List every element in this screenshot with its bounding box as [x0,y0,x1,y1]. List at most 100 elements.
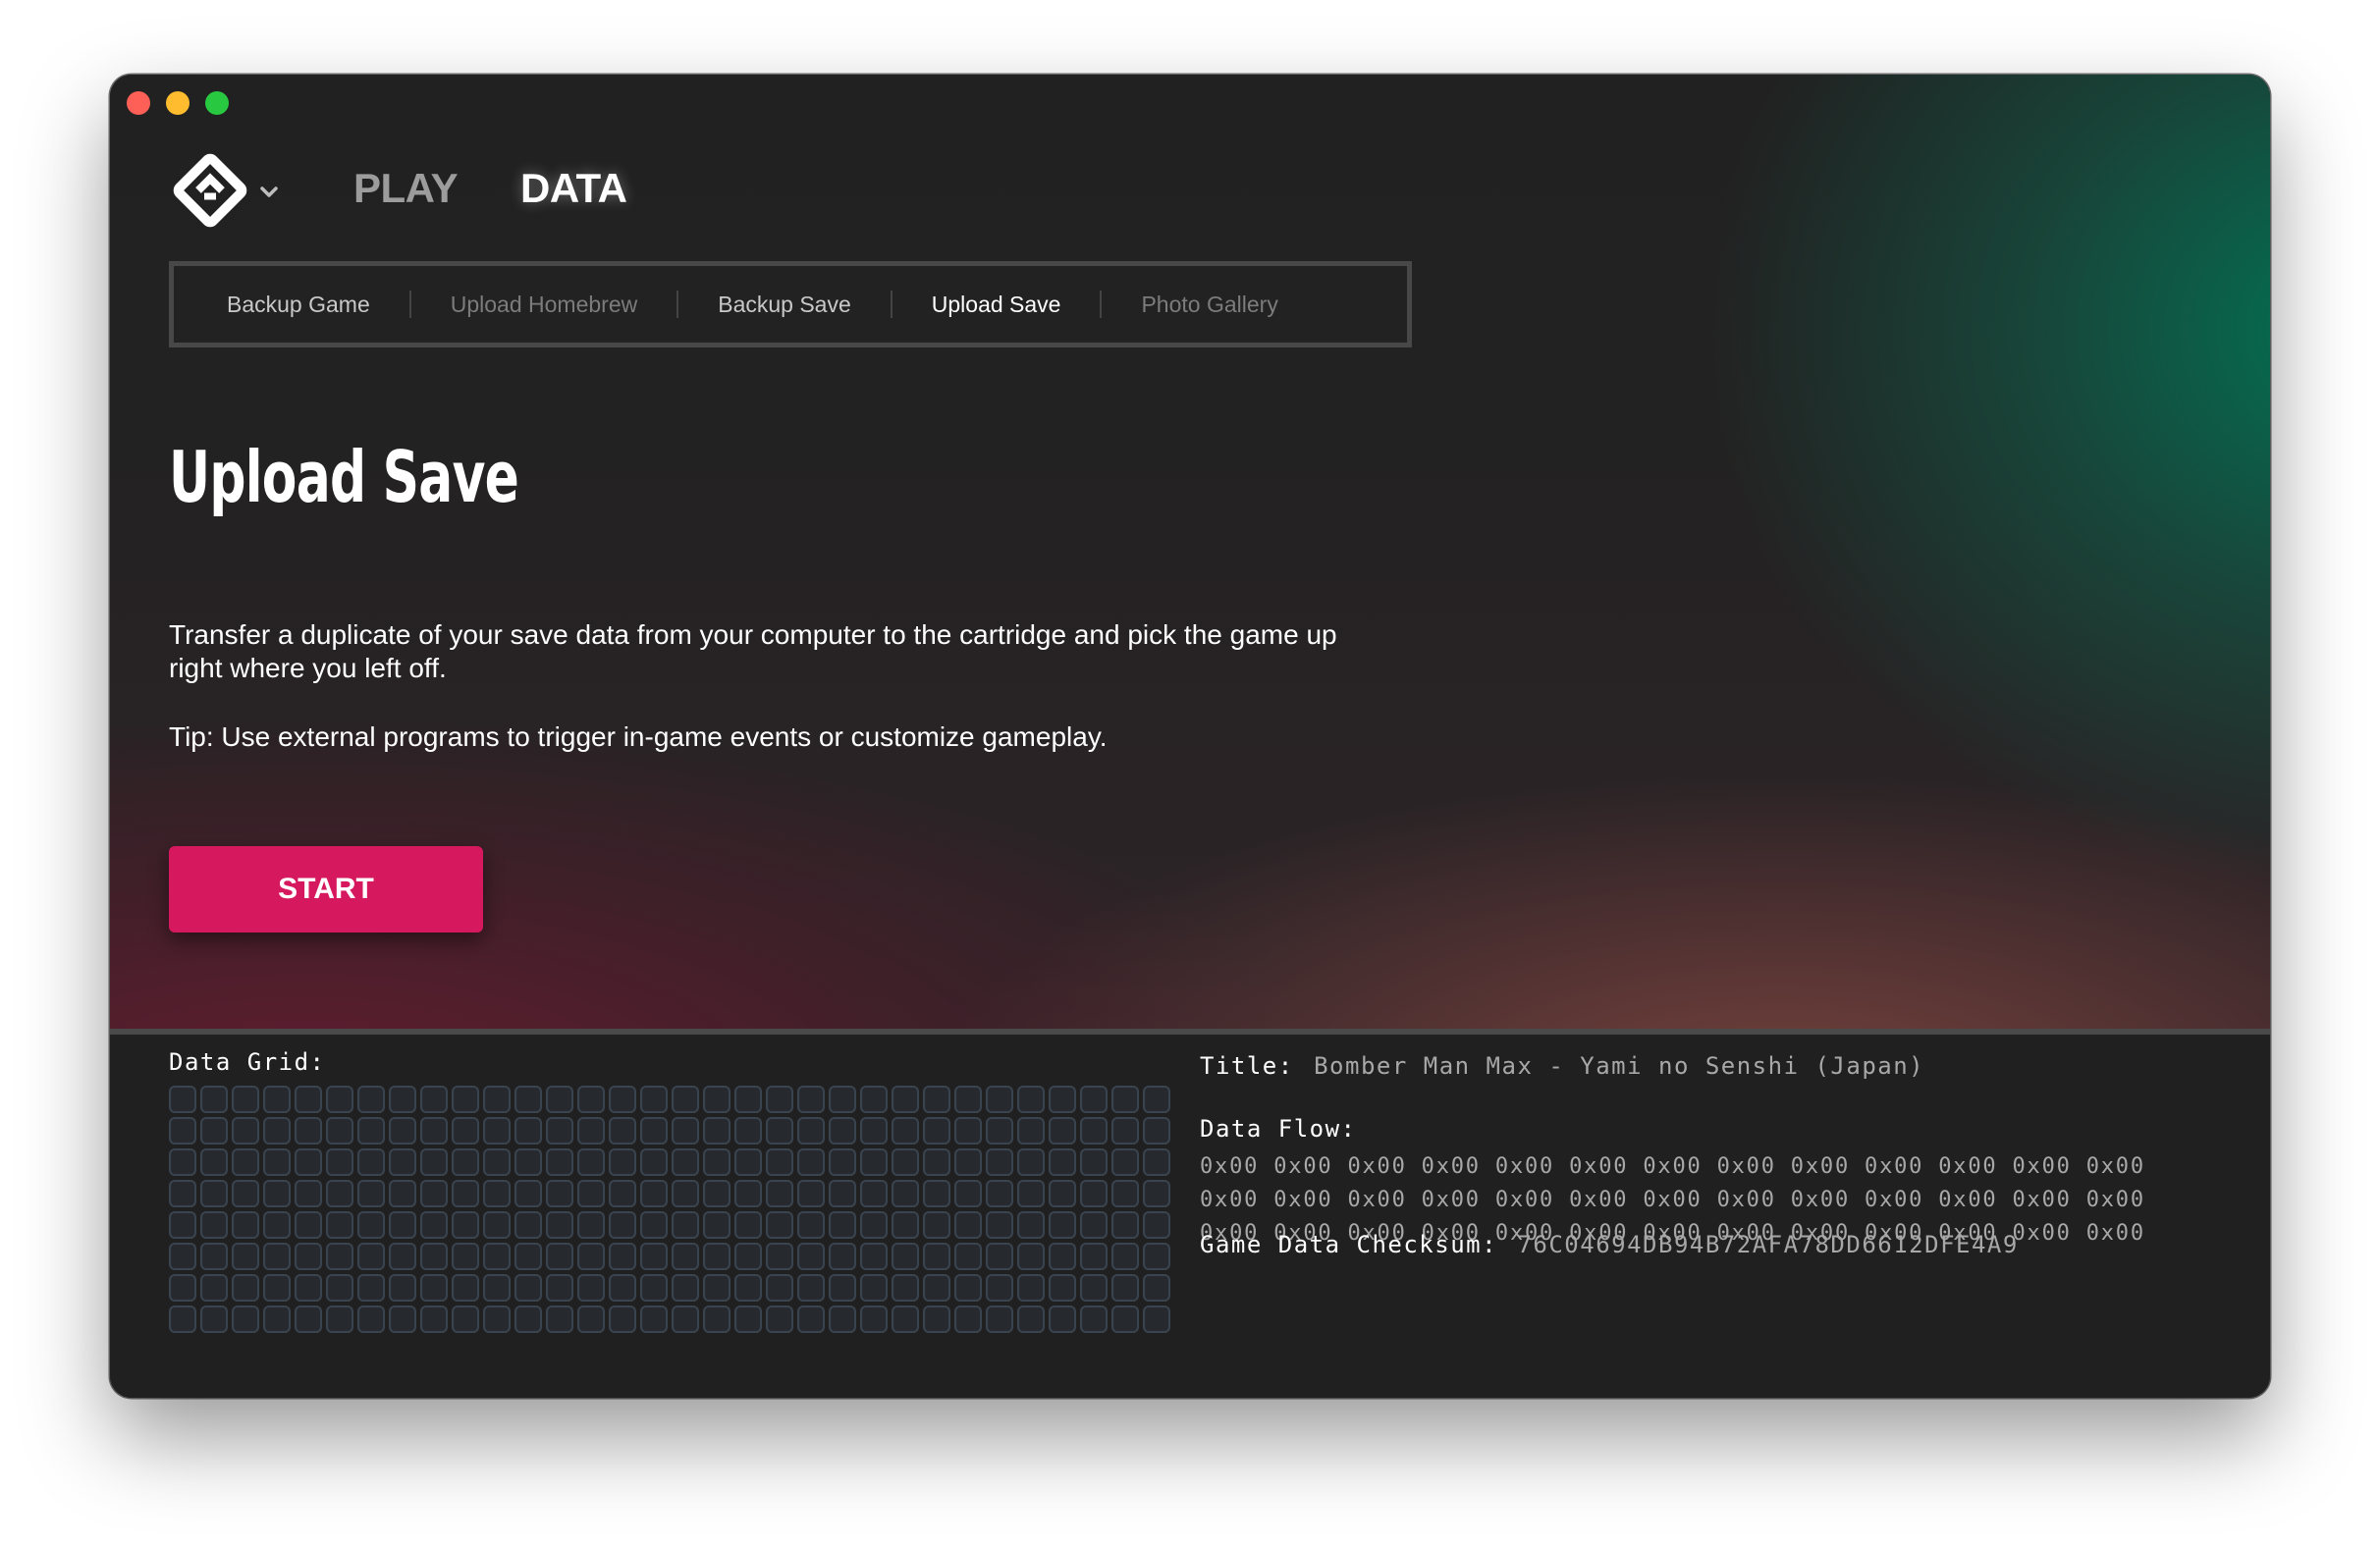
data-grid-cell [1017,1180,1045,1207]
data-grid-cell [766,1180,793,1207]
data-grid-cell [734,1211,762,1239]
data-grid-cell [923,1117,950,1145]
data-grid-cell [797,1211,825,1239]
data-grid-cell [829,1086,856,1113]
data-grid-cell [1017,1148,1045,1176]
tab-photo-gallery[interactable]: Photo Gallery [1141,292,1277,318]
data-grid-cell [923,1243,950,1270]
data-grid-cell [609,1274,636,1302]
data-grid-cell [1017,1211,1045,1239]
data-grid-cell [169,1305,196,1333]
data-grid-cell [1049,1086,1076,1113]
data-grid-cell [672,1180,699,1207]
data-grid-cell [483,1274,511,1302]
data-grid-cell [1080,1305,1108,1333]
data-grid-cell [860,1243,888,1270]
data-grid-cell [986,1243,1013,1270]
data-grid-cell [672,1243,699,1270]
data-grid-cell [357,1243,385,1270]
data-grid-cell [389,1243,416,1270]
data-grid-cell [357,1148,385,1176]
data-grid-cell [892,1180,919,1207]
data-grid-cell [892,1305,919,1333]
data-grid-cell [295,1211,322,1239]
tab-backup-game[interactable]: Backup Game [227,292,370,318]
data-grid-cell [389,1086,416,1113]
data-grid-cell [483,1117,511,1145]
data-grid-cell [232,1274,259,1302]
data-grid-cell [860,1117,888,1145]
data-grid-cell [672,1086,699,1113]
minimize-window-button[interactable] [166,91,189,115]
data-grid-cell [169,1274,196,1302]
data-grid-cell [672,1117,699,1145]
data-grid-cell [326,1274,353,1302]
data-grid-cell [389,1148,416,1176]
data-grid-cell [232,1086,259,1113]
data-grid-cell [734,1086,762,1113]
data-grid-cell [766,1117,793,1145]
data-grid-cell [860,1180,888,1207]
data-grid-cell [326,1211,353,1239]
data-grid-cell [766,1211,793,1239]
data-grid-cell [1049,1117,1076,1145]
data-grid-cell [986,1305,1013,1333]
tab-bar: Backup Game Upload Homebrew Backup Save … [169,261,1412,347]
data-grid-cell [1049,1305,1076,1333]
diamond-logo-icon[interactable] [173,153,247,228]
data-grid-cell [1111,1148,1139,1176]
nav-play[interactable]: PLAY [353,161,459,216]
data-grid-cell [200,1180,228,1207]
data-grid-cell [609,1180,636,1207]
data-grid-cell [797,1148,825,1176]
data-grid-cell [1111,1243,1139,1270]
data-grid-cell [1111,1305,1139,1333]
data-grid-cell [1049,1180,1076,1207]
data-grid-cell [546,1117,573,1145]
data-grid-cell [1080,1274,1108,1302]
data-grid-cell [797,1180,825,1207]
start-button[interactable]: START [169,846,483,932]
data-grid-cell [829,1211,856,1239]
close-window-button[interactable] [127,91,150,115]
data-grid-cell [200,1086,228,1113]
data-grid-cell [923,1086,950,1113]
chevron-down-icon[interactable] [257,181,281,204]
data-grid-cell [200,1305,228,1333]
data-grid-cell [326,1148,353,1176]
data-grid-cell [892,1117,919,1145]
data-grid-cell [923,1274,950,1302]
checksum-label: Game Data Checksum: [1200,1231,1498,1258]
data-grid-cell [954,1211,982,1239]
tab-upload-save[interactable]: Upload Save [932,292,1061,318]
tab-backup-save[interactable]: Backup Save [718,292,851,318]
data-grid-cell [829,1274,856,1302]
data-grid-cell [232,1180,259,1207]
data-grid-cell [357,1086,385,1113]
data-grid-cell [420,1148,448,1176]
data-grid-cell [860,1274,888,1302]
data-grid [169,1086,1170,1333]
nav-data[interactable]: DATA [520,161,627,216]
data-grid-cell [1143,1086,1170,1113]
data-grid-cell [609,1117,636,1145]
data-grid-cell [326,1086,353,1113]
tab-upload-homebrew[interactable]: Upload Homebrew [451,292,637,318]
zoom-window-button[interactable] [205,91,229,115]
data-grid-cell [1080,1243,1108,1270]
data-panel: Data Grid: Title: Bomber Man Max - Yami … [110,1035,2270,1398]
data-grid-cell [169,1086,196,1113]
data-grid-cell [672,1211,699,1239]
data-grid-cell [954,1086,982,1113]
data-grid-cell [703,1274,730,1302]
data-grid-cell [263,1243,291,1270]
data-grid-cell [357,1305,385,1333]
data-grid-cell [514,1117,542,1145]
data-grid-cell [389,1180,416,1207]
data-grid-cell [923,1211,950,1239]
data-grid-cell [1111,1180,1139,1207]
data-grid-cell [200,1274,228,1302]
data-grid-cell [640,1086,668,1113]
data-grid-cell [1143,1274,1170,1302]
data-grid-cell [295,1117,322,1145]
